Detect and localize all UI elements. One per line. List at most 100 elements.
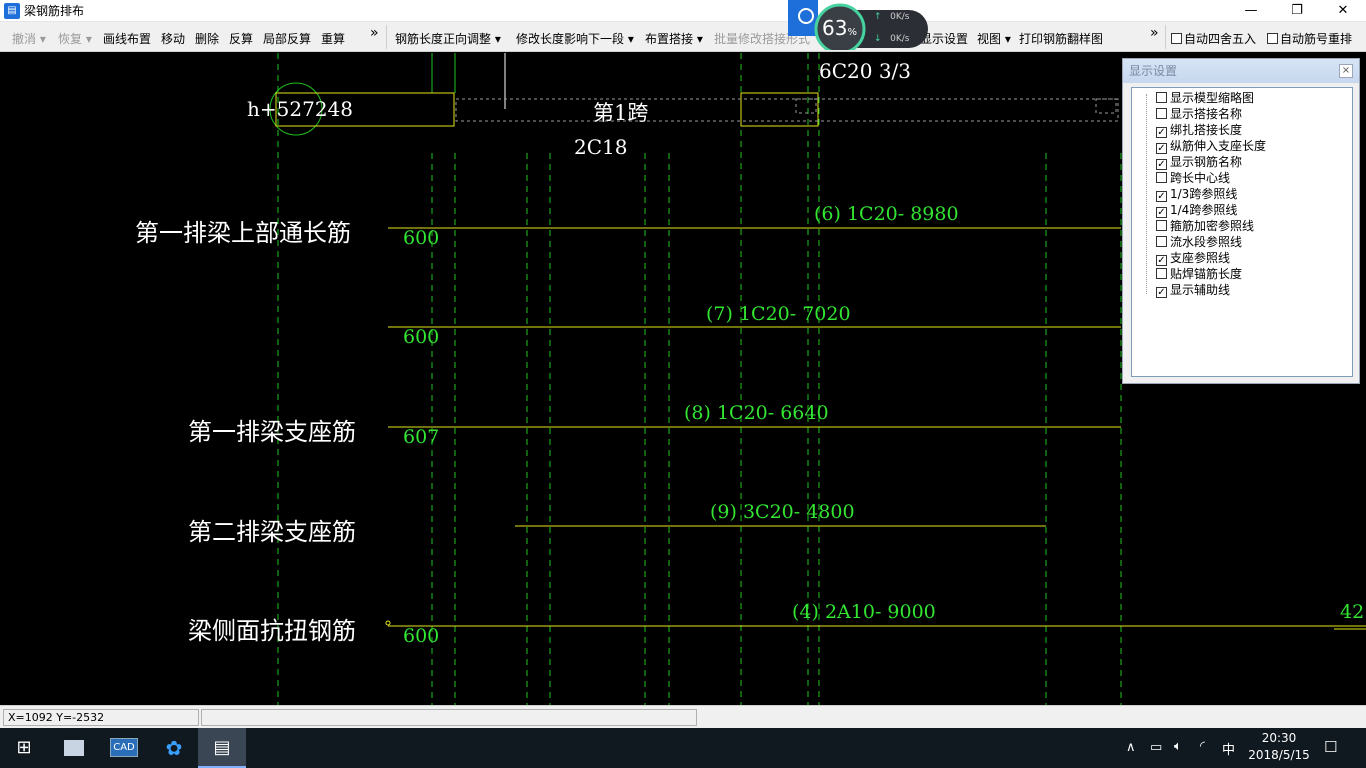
settings-panel-header[interactable]: 显示设置 × — [1123, 59, 1359, 83]
checked-box-icon[interactable] — [1156, 143, 1167, 154]
auto-renumber-checkbox[interactable]: 自动筋号重排 — [1267, 30, 1352, 47]
taskbar-app-3[interactable]: ✿ — [150, 728, 198, 768]
download-speed: ↓ 0K/s — [874, 34, 910, 44]
settings-option[interactable]: 贴焊锚筋长度 — [1156, 266, 1242, 282]
checked-box-icon[interactable] — [1156, 191, 1167, 202]
taskbar-app-rebar[interactable]: ▤ — [198, 728, 246, 768]
lap-layout-dropdown[interactable]: 布置搭接 ▾ — [645, 30, 703, 47]
clock-date: 2018/5/15 — [1248, 748, 1310, 762]
settings-option[interactable]: 显示辅助线 — [1156, 282, 1230, 298]
start-button[interactable]: ⊞ — [0, 728, 48, 768]
settings-option-label: 1/3跨参照线 — [1170, 187, 1238, 201]
settings-option-label: 箍筋加密参照线 — [1170, 219, 1255, 233]
recalc-button[interactable]: 重算 — [321, 30, 345, 47]
rebar-label[interactable]: (8) 1C20- 6640 — [684, 402, 829, 424]
close-button[interactable]: ✕ — [1320, 0, 1366, 22]
partial-reverse-button[interactable]: 局部反算 — [263, 30, 311, 47]
settings-close-button[interactable]: × — [1339, 64, 1353, 78]
settings-option[interactable]: 显示模型缩略图 — [1156, 90, 1254, 106]
settings-option-label: 纵筋伸入支座长度 — [1170, 139, 1267, 153]
checked-box-icon[interactable] — [1156, 207, 1167, 218]
checked-box-icon[interactable] — [1156, 127, 1167, 138]
row-name: 第二排梁支座筋 — [188, 518, 356, 546]
unchecked-box-icon[interactable] — [1156, 236, 1167, 247]
rebar-label[interactable]: (9) 3C20- 4800 — [710, 501, 855, 523]
settings-option[interactable]: 箍筋加密参照线 — [1156, 218, 1254, 234]
toolbar: 撤消 ▾ 恢复 ▾ 画线布置 移动 删除 反算 局部反算 重算 » 钢筋长度正向… — [0, 22, 1366, 52]
settings-option-label: 支座参照线 — [1170, 251, 1231, 265]
modify-next-dropdown[interactable]: 修改长度影响下一段 ▾ — [516, 30, 634, 47]
battery-icon[interactable]: ▭ — [1150, 740, 1162, 755]
folder-icon — [64, 740, 84, 756]
rebar-label[interactable]: (6) 1C20- 8980 — [814, 203, 959, 225]
status-bar: X=1092 Y=-2532 — [0, 705, 1366, 728]
settings-option[interactable]: 显示搭接名称 — [1156, 106, 1242, 122]
window-title: 梁钢筋排布 — [24, 4, 85, 18]
length-label: 600 — [403, 227, 440, 249]
speed-monitor-widget[interactable]: 63% ↑ 0K/s ↓ 0K/s — [788, 0, 928, 55]
settings-option-label: 贴焊锚筋长度 — [1170, 267, 1243, 281]
clock-time: 20:30 — [1261, 731, 1297, 745]
maximize-button[interactable]: ❐ — [1274, 0, 1320, 22]
settings-panel-title: 显示设置 — [1129, 64, 1178, 78]
redo-button[interactable]: 恢复 ▾ — [58, 30, 92, 47]
settings-option[interactable]: 绑扎搭接长度 — [1156, 122, 1242, 138]
unchecked-box-icon[interactable] — [1156, 108, 1167, 119]
settings-option-label: 1/4跨参照线 — [1170, 203, 1238, 217]
toolbar-separator — [1165, 25, 1166, 49]
settings-option[interactable]: 显示钢筋名称 — [1156, 154, 1242, 170]
toolbar-overflow-2[interactable]: » — [1150, 25, 1159, 41]
row-name: 第一排梁支座筋 — [188, 418, 356, 446]
settings-option-label: 显示钢筋名称 — [1170, 155, 1243, 169]
checkbox-icon — [1267, 33, 1278, 44]
move-button[interactable]: 移动 — [161, 30, 185, 47]
rebar-label[interactable]: (7) 1C20- 7020 — [706, 303, 851, 325]
settings-option[interactable]: 1/3跨参照线 — [1156, 186, 1237, 202]
unchecked-box-icon[interactable] — [1156, 268, 1167, 279]
taskbar-app-cad[interactable]: CAD — [100, 728, 148, 768]
settings-option-label: 绑扎搭接长度 — [1170, 123, 1243, 137]
ime-indicator[interactable]: 中 — [1222, 739, 1235, 758]
taskbar-app-explorer[interactable] — [50, 728, 98, 768]
taskbar: ⊞ CAD ✿ ▤ ∧ ▭ 🔈︎ ◜ 中 20:30 2018/5/15 ☐ — [0, 728, 1366, 768]
length-label: 600 — [403, 326, 440, 348]
clock[interactable]: 20:30 2018/5/15 — [1246, 731, 1312, 762]
checked-box-icon[interactable] — [1156, 287, 1167, 298]
unchecked-box-icon[interactable] — [1156, 172, 1167, 183]
notification-icon[interactable]: ☐ — [1324, 738, 1337, 756]
wifi-icon[interactable]: ◜ — [1200, 739, 1205, 754]
undo-button[interactable]: 撤消 ▾ — [12, 30, 46, 47]
delete-button[interactable]: 删除 — [195, 30, 219, 47]
print-rebar-button[interactable]: 打印钢筋翻样图 — [1019, 30, 1103, 47]
top-coordinate-label: h+527248 — [247, 97, 353, 121]
settings-option[interactable]: 跨长中心线 — [1156, 170, 1230, 186]
unchecked-box-icon[interactable] — [1156, 92, 1167, 103]
settings-option[interactable]: 1/4跨参照线 — [1156, 202, 1237, 218]
top-rebar-label: 6C20 3/3 — [819, 59, 912, 83]
draw-layout-button[interactable]: 画线布置 — [103, 30, 151, 47]
length-label: 607 — [403, 426, 440, 448]
checked-box-icon[interactable] — [1156, 159, 1167, 170]
cursor-coordinates: X=1092 Y=-2532 — [3, 709, 199, 726]
rebar-label[interactable]: (4) 2A10- 9000 — [792, 601, 936, 623]
auto-round-checkbox[interactable]: 自动四舍五入 — [1171, 30, 1256, 47]
settings-option-label: 跨长中心线 — [1170, 171, 1231, 185]
display-settings-panel[interactable]: 显示设置 × 显示模型缩略图显示搭接名称绑扎搭接长度纵筋伸入支座长度显示钢筋名称… — [1122, 58, 1360, 384]
toolbar-overflow-1[interactable]: » — [370, 25, 379, 41]
length-adjust-dropdown[interactable]: 钢筋长度正向调整 ▾ — [395, 30, 501, 47]
tree-connector — [1146, 94, 1147, 294]
settings-option[interactable]: 纵筋伸入支座长度 — [1156, 138, 1266, 154]
minimize-button[interactable]: — — [1228, 0, 1274, 22]
tray-expand-icon[interactable]: ∧ — [1126, 740, 1136, 755]
cpu-percent: 63% — [822, 16, 857, 40]
stirrup-label: 2C18 — [574, 135, 628, 159]
view-dropdown[interactable]: 视图 ▾ — [977, 30, 1011, 47]
unchecked-box-icon[interactable] — [1156, 220, 1167, 231]
checked-box-icon[interactable] — [1156, 255, 1167, 266]
settings-option[interactable]: 流水段参照线 — [1156, 234, 1242, 250]
settings-option-label: 显示模型缩略图 — [1170, 91, 1255, 105]
upload-speed: ↑ 0K/s — [874, 12, 910, 22]
reverse-button[interactable]: 反算 — [229, 30, 253, 47]
volume-icon[interactable]: 🔈︎ — [1174, 739, 1182, 754]
settings-option[interactable]: 支座参照线 — [1156, 250, 1230, 266]
